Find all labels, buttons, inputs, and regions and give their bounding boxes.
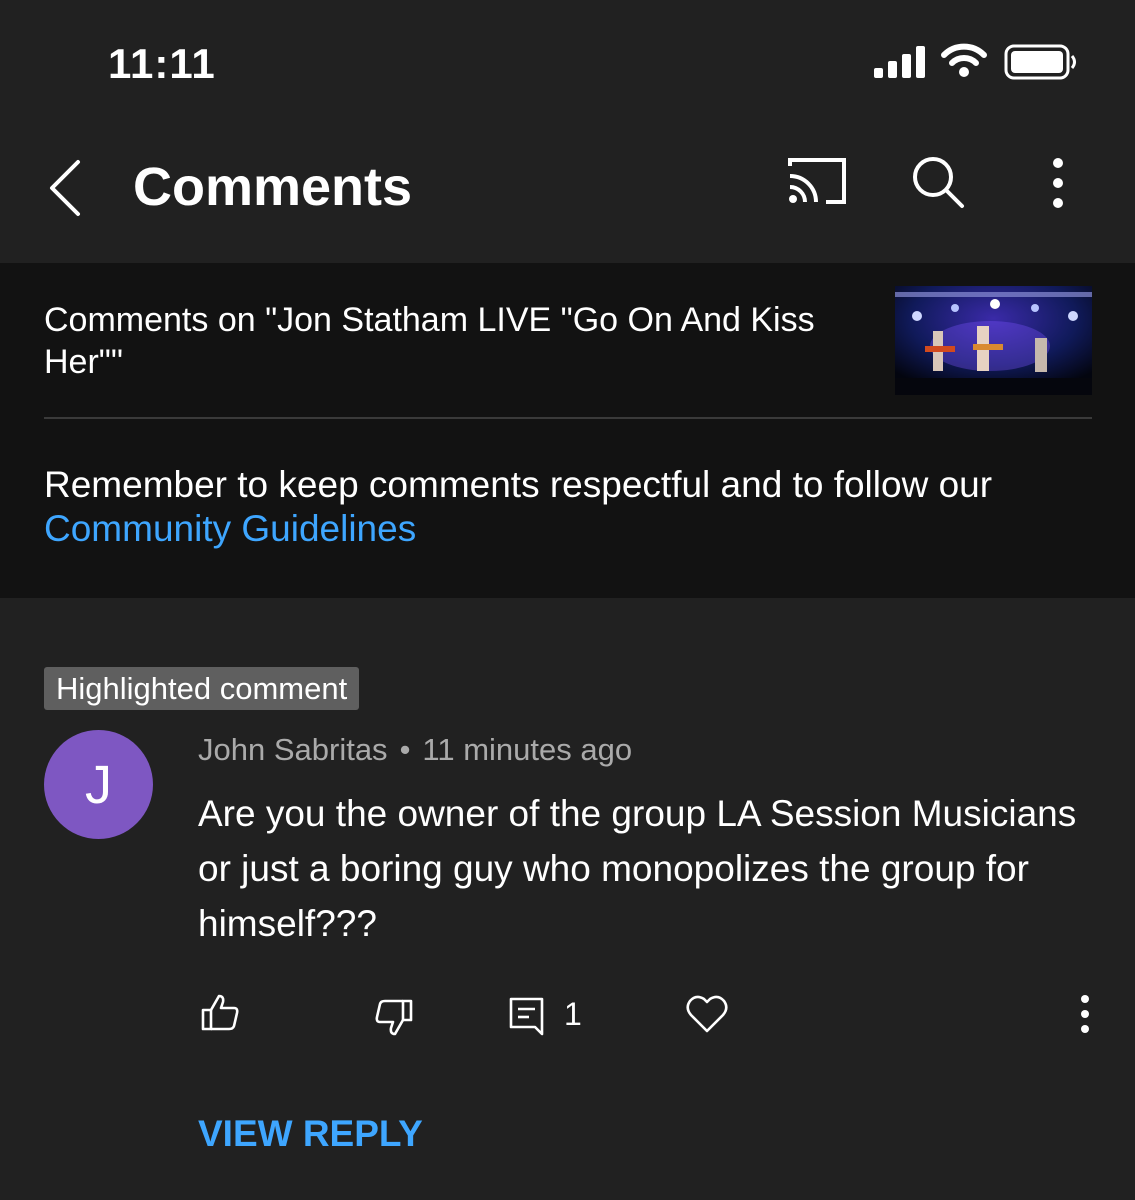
highlighted-comment-badge: Highlighted comment — [44, 667, 360, 710]
dislike-icon[interactable] — [374, 998, 414, 1038]
meta-separator: • — [399, 732, 411, 767]
comment-text: Are you the owner of the group LA Sessio… — [198, 793, 1077, 944]
avatar[interactable]: J — [44, 730, 153, 839]
comment-meta: John Sabritas • 11 minutes ago — [198, 732, 632, 768]
search-icon[interactable] — [910, 154, 966, 210]
community-guidelines-link[interactable]: Community Guidelines — [44, 507, 416, 551]
divider — [44, 417, 1092, 419]
cast-icon[interactable] — [788, 158, 848, 206]
video-thumbnail[interactable] — [895, 286, 1092, 395]
view-reply-button[interactable]: VIEW REPLY — [198, 1113, 423, 1155]
guidelines-text: Remember to keep comments respectful and… — [44, 464, 993, 505]
video-title: Comments on "Jon Statham LIVE "Go On And… — [44, 301, 815, 381]
guidelines-notice: Remember to keep comments respectful and… — [44, 463, 1094, 551]
comments-header-panel: Comments on "Jon Statham LIVE "Go On And… — [0, 263, 1135, 598]
comment-author[interactable]: John Sabritas — [198, 732, 388, 767]
comment-more-icon[interactable] — [1072, 994, 1098, 1034]
status-bar: 11:11 — [0, 0, 1135, 120]
more-icon[interactable] — [1040, 156, 1076, 210]
page-title: Comments — [133, 157, 413, 217]
status-time: 11:11 — [108, 40, 216, 87]
back-icon[interactable] — [44, 156, 88, 220]
heart-icon[interactable] — [686, 994, 728, 1034]
app-bar: Comments — [0, 120, 1135, 263]
comment-time: 11 minutes ago — [422, 732, 633, 767]
reply-icon[interactable] — [508, 996, 546, 1036]
like-icon[interactable] — [200, 992, 240, 1032]
signal-icon — [874, 46, 925, 78]
battery-icon — [1004, 44, 1076, 80]
reply-count: 1 — [564, 996, 582, 1032]
wifi-icon — [941, 43, 987, 77]
